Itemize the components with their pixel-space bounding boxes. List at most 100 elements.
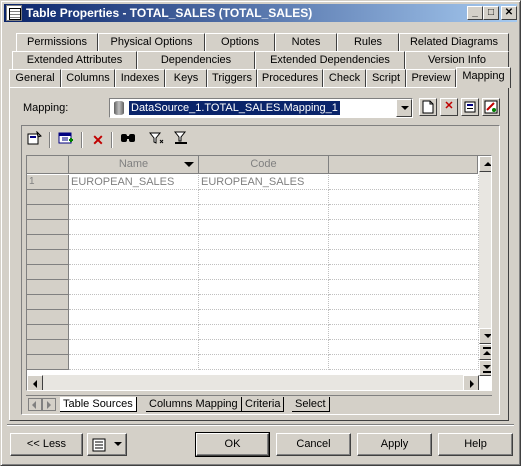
cell-code[interactable] (199, 190, 329, 205)
scroll-left-button[interactable] (27, 375, 43, 390)
cell-name[interactable] (69, 205, 199, 220)
tab-triggers[interactable]: Triggers (207, 69, 257, 87)
cell-code[interactable] (199, 235, 329, 250)
row-gutter[interactable] (27, 265, 69, 280)
scroll-right-button[interactable] (463, 375, 479, 390)
table-sources-grid[interactable]: Name Code 1 EUROPEAN_SALES EUROPEAN_SALES (26, 155, 492, 391)
tab-permissions[interactable]: Permissions (16, 33, 98, 51)
tab-mapping[interactable]: Mapping (456, 67, 511, 88)
tab-scroll-right-button[interactable] (42, 398, 56, 411)
close-button[interactable]: ✕ (501, 6, 517, 20)
cell-name[interactable] (69, 340, 199, 355)
cell-empty[interactable] (329, 235, 479, 250)
new-mapping-button[interactable] (419, 98, 437, 116)
cell-empty[interactable] (329, 280, 479, 295)
cell-code[interactable] (199, 295, 329, 310)
tab-scroll-left-button[interactable] (28, 398, 42, 411)
cell-name[interactable] (69, 190, 199, 205)
delete-row-button[interactable]: ✕ (88, 131, 108, 149)
cell-code[interactable] (199, 265, 329, 280)
cell-empty[interactable] (329, 325, 479, 340)
tab-notes[interactable]: Notes (275, 33, 337, 51)
cell-code[interactable] (199, 220, 329, 235)
row-gutter[interactable] (27, 235, 69, 250)
cell-empty[interactable] (329, 265, 479, 280)
vertical-scrollbar[interactable] (479, 156, 491, 376)
chevron-down-icon[interactable] (396, 99, 412, 117)
subtab-columns-mapping[interactable]: Columns Mapping (146, 397, 242, 412)
help-button[interactable]: Help (438, 433, 513, 456)
ok-button[interactable]: OK (195, 432, 270, 457)
row-gutter[interactable] (27, 220, 69, 235)
less-button[interactable]: << Less (10, 433, 83, 456)
cell-code[interactable] (199, 325, 329, 340)
subtab-select[interactable]: Select (292, 397, 330, 412)
cell-empty[interactable] (329, 250, 479, 265)
tab-physical-options[interactable]: Physical Options (98, 33, 205, 51)
cell-name[interactable] (69, 235, 199, 250)
cell-name[interactable] (69, 250, 199, 265)
add-source-button[interactable] (56, 131, 76, 149)
column-header-name[interactable]: Name (69, 156, 199, 174)
tab-indexes[interactable]: Indexes (115, 69, 165, 87)
maximize-button[interactable]: □ (483, 6, 499, 20)
tab-general[interactable]: General (9, 69, 61, 87)
cell-empty[interactable] (329, 190, 479, 205)
cell-code[interactable] (199, 355, 329, 370)
cancel-button[interactable]: Cancel (276, 433, 351, 456)
cell-empty[interactable] (329, 310, 479, 325)
cell-code[interactable] (199, 280, 329, 295)
cell-empty[interactable] (329, 340, 479, 355)
cell-name[interactable] (69, 310, 199, 325)
delete-mapping-button[interactable]: ✕ (440, 98, 458, 116)
title-bar[interactable]: Table Properties - TOTAL_SALES (TOTAL_SA… (4, 4, 517, 22)
find-button[interactable] (118, 131, 138, 149)
cell-name[interactable] (69, 265, 199, 280)
subtab-criteria[interactable]: Criteria (242, 397, 285, 412)
cell-code[interactable]: EUROPEAN_SALES (199, 175, 329, 190)
row-gutter[interactable] (27, 250, 69, 265)
row-gutter[interactable] (27, 205, 69, 220)
tab-rules[interactable]: Rules (337, 33, 399, 51)
tab-columns[interactable]: Columns (61, 69, 115, 87)
tab-keys[interactable]: Keys (165, 69, 207, 87)
tab-related-diagrams[interactable]: Related Diagrams (399, 33, 509, 51)
scroll-down-button[interactable] (479, 328, 491, 344)
cell-empty[interactable] (329, 355, 479, 370)
cell-code[interactable] (199, 205, 329, 220)
view-options-button[interactable] (87, 433, 127, 456)
cell-name[interactable] (69, 325, 199, 340)
cell-code[interactable] (199, 340, 329, 355)
minimize-button[interactable]: _ (467, 6, 483, 20)
properties-button[interactable] (25, 130, 45, 149)
row-gutter[interactable]: 1 (27, 175, 69, 190)
row-gutter[interactable] (27, 355, 69, 370)
cell-name[interactable] (69, 295, 199, 310)
cell-name[interactable]: EUROPEAN_SALES (69, 175, 199, 190)
mapping-properties-button[interactable] (461, 98, 479, 116)
cell-empty[interactable] (329, 295, 479, 310)
scroll-to-top-button[interactable] (479, 344, 491, 360)
cell-code[interactable] (199, 310, 329, 325)
cell-name[interactable] (69, 280, 199, 295)
cell-empty[interactable] (329, 220, 479, 235)
tab-extended-dependencies[interactable]: Extended Dependencies (255, 51, 405, 69)
tab-options[interactable]: Options (205, 33, 275, 51)
apply-button[interactable]: Apply (357, 433, 432, 456)
tab-dependencies[interactable]: Dependencies (137, 51, 255, 69)
cell-name[interactable] (69, 355, 199, 370)
scroll-up-button[interactable] (479, 156, 491, 172)
mapping-editor-button[interactable] (482, 98, 500, 116)
subtab-table-sources[interactable]: Table Sources (60, 397, 137, 412)
tab-procedures[interactable]: Procedures (257, 69, 323, 87)
row-gutter[interactable] (27, 310, 69, 325)
tab-check[interactable]: Check (323, 69, 366, 87)
cell-code[interactable] (199, 250, 329, 265)
horizontal-scrollbar[interactable] (27, 375, 479, 390)
cell-empty[interactable] (329, 175, 479, 190)
row-gutter[interactable] (27, 190, 69, 205)
filter-button[interactable] (147, 131, 167, 149)
cell-name[interactable] (69, 220, 199, 235)
cell-empty[interactable] (329, 205, 479, 220)
column-header-code[interactable]: Code (199, 156, 329, 174)
